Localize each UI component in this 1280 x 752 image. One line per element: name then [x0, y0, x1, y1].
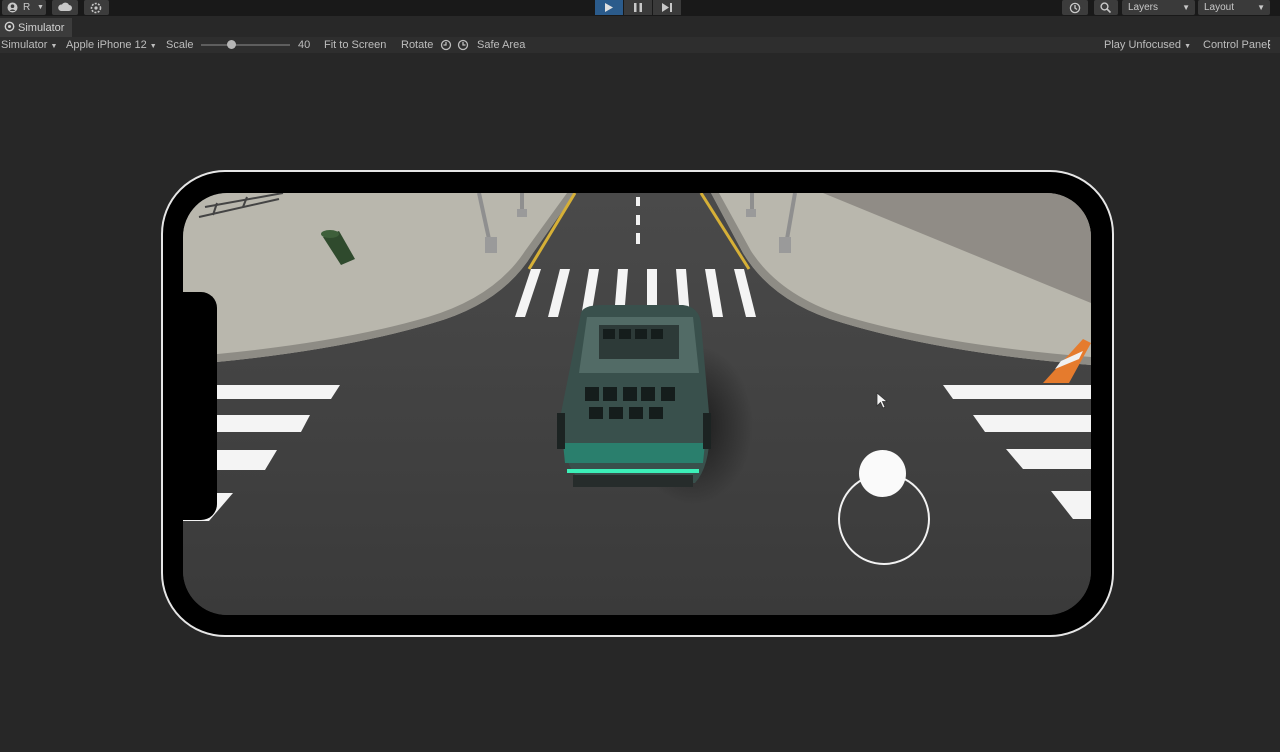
rotate-left-button[interactable] — [440, 39, 452, 55]
rotate-right-button[interactable] — [457, 39, 469, 55]
layers-label: Layers — [1128, 2, 1159, 13]
pause-icon — [634, 0, 642, 17]
cloud-button[interactable] — [52, 0, 78, 15]
pause-button[interactable] — [624, 0, 652, 15]
history-icon — [1069, 2, 1081, 14]
chevron-down-icon: ▼ — [1184, 43, 1192, 50]
play-mode-label: Play Unfocused — [1104, 39, 1182, 51]
scale-slider-track[interactable] — [201, 44, 290, 46]
game-viewport[interactable] — [183, 193, 1091, 615]
playback-controls — [595, 0, 682, 15]
step-button[interactable] — [653, 0, 681, 15]
main-toolbar: R ▼ Layers ▼ Layout ▼ — [0, 0, 1280, 16]
search-icon — [1100, 2, 1111, 13]
layout-dropdown[interactable]: Layout ▼ — [1198, 0, 1270, 15]
safe-area-toggle[interactable]: Safe Area — [477, 37, 525, 53]
rotate-right-icon — [457, 39, 469, 54]
layers-dropdown[interactable]: Layers ▼ — [1122, 0, 1195, 15]
play-mode-dropdown[interactable]: Play Unfocused ▼ — [1104, 37, 1191, 53]
simulator-controls: Simulator ▼ Apple iPhone 12 ▼ Scale 40 F… — [0, 37, 1280, 53]
window-tab-bar: Simulator — [0, 16, 1280, 38]
device-label: Apple iPhone 12 — [66, 39, 147, 51]
tab-title: Simulator — [18, 21, 65, 34]
chevron-down-icon: ▼ — [1257, 3, 1265, 12]
player-car — [557, 305, 711, 487]
tab-simulator[interactable]: Simulator — [0, 18, 73, 37]
scale-slider-handle[interactable] — [227, 40, 236, 49]
rotate-left-icon — [440, 39, 452, 54]
settings-icon — [90, 2, 102, 14]
history-button[interactable] — [1062, 0, 1088, 15]
chevron-down-icon: ▼ — [50, 43, 58, 50]
device-dropdown[interactable]: Apple iPhone 12 ▼ — [66, 37, 157, 53]
account-button[interactable]: R ▼ — [2, 0, 46, 15]
control-panel-button[interactable]: Control Panel — [1203, 37, 1270, 53]
play-icon — [605, 0, 613, 17]
mode-dropdown[interactable]: Simulator ▼ — [1, 37, 57, 53]
step-icon — [662, 0, 672, 17]
chevron-down-icon: ▼ — [37, 4, 44, 11]
cloud-icon — [58, 2, 72, 11]
simulator-icon — [4, 21, 15, 35]
layout-label: Layout — [1204, 2, 1235, 13]
mode-label: Simulator — [1, 39, 48, 51]
search-button[interactable] — [1094, 0, 1118, 15]
mouse-pointer-icon — [876, 392, 889, 414]
kebab-menu-icon[interactable]: ⋮ — [1264, 37, 1275, 53]
settings-button[interactable] — [84, 0, 109, 15]
fit-to-screen-button[interactable]: Fit to Screen — [324, 37, 386, 53]
device-notch — [183, 292, 217, 520]
scale-label: Scale — [166, 39, 194, 51]
play-button[interactable] — [595, 0, 623, 15]
rotate-label: Rotate — [401, 39, 434, 51]
chevron-down-icon: ▼ — [1182, 3, 1190, 12]
joystick-handle[interactable] — [859, 450, 906, 497]
account-initial: R — [23, 2, 31, 13]
chevron-down-icon: ▼ — [149, 43, 157, 50]
game-scene — [183, 193, 1091, 615]
scale-value: 40 — [298, 39, 311, 51]
account-icon — [7, 2, 18, 13]
